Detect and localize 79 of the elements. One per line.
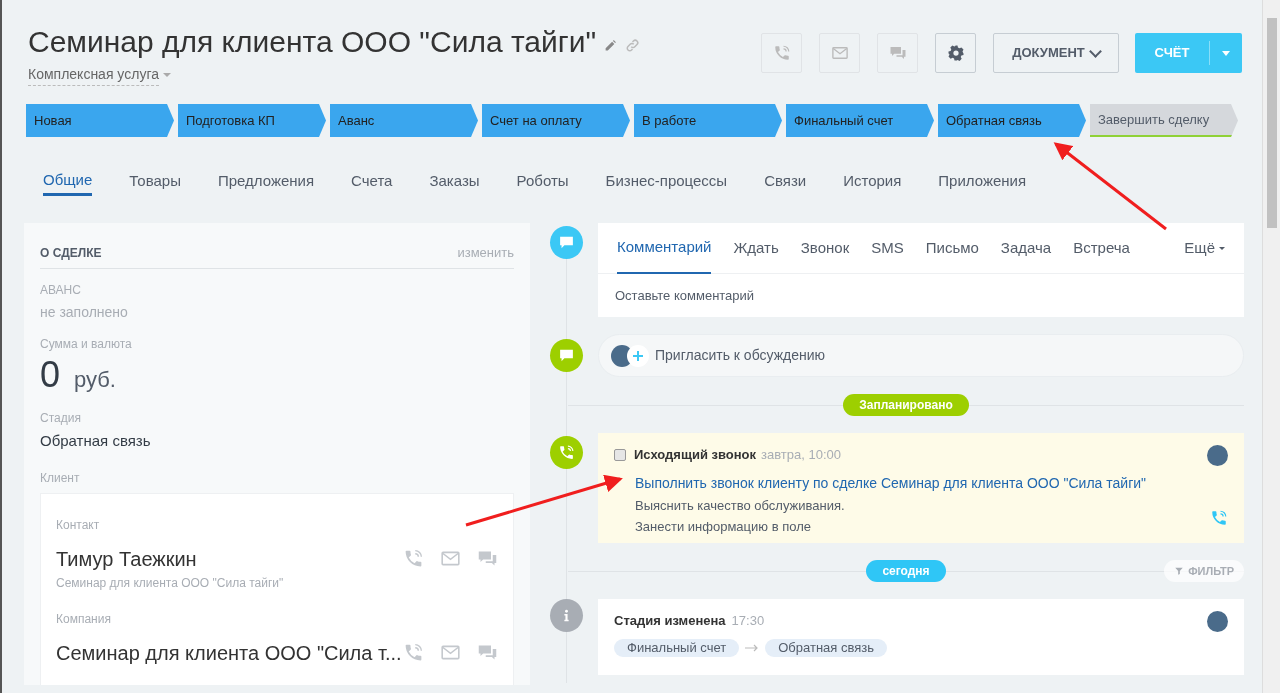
caret-icon (1219, 246, 1225, 250)
invite-label: Пригласить к обсуждению (655, 346, 826, 365)
avatar (1207, 611, 1228, 632)
scrollbar[interactable] (1262, 0, 1280, 693)
stage-step[interactable]: Новая (26, 104, 174, 137)
stage-step[interactable]: Обратная связь (938, 104, 1086, 137)
activity-link[interactable]: Выполнить звонок клиенту по сделке Семинар для клиента ООО "Сила тайги" (635, 472, 1228, 494)
field-label: АВАНС (40, 282, 82, 299)
pencil-icon[interactable] (604, 38, 618, 52)
composer-tab[interactable]: SMS (871, 222, 904, 274)
stage-step[interactable]: Счет на оплату (482, 104, 630, 137)
tab[interactable]: Товары (129, 167, 181, 196)
activity-time: завтра, 10:00 (761, 446, 841, 464)
field-value: не заполнено (40, 303, 129, 322)
stage-chip: Финальный счет (614, 638, 740, 657)
currency-label: руб. (74, 366, 116, 394)
deal-type-selector[interactable]: Комплексная услуга (28, 64, 159, 86)
caret-icon (1222, 50, 1230, 56)
tab[interactable]: Счета (351, 167, 393, 196)
settings-button[interactable] (935, 33, 976, 73)
activity-description: Выяснить качество обслуживания. (635, 496, 845, 515)
composer-tab[interactable]: Задача (1000, 222, 1052, 274)
entry-name[interactable]: Тимур Таежкин (56, 543, 197, 574)
section-badge: сегодня (866, 560, 946, 582)
activity-title: Исходящий звонок (634, 446, 756, 464)
stage-step[interactable]: Завершить сделку (1090, 104, 1238, 137)
tab[interactable]: Предложения (217, 167, 315, 196)
checkbox[interactable] (614, 448, 626, 461)
composer-tab[interactable]: Письмо (925, 222, 979, 274)
page-title: Семинар для клиента ООО "Сила тайги" (28, 24, 597, 60)
mail-icon (830, 44, 849, 62)
stage-chip: Обратная связь (765, 638, 887, 657)
filter-icon (1174, 566, 1185, 576)
entry-label: Компания (56, 610, 112, 628)
tab[interactable]: Общие (43, 167, 93, 196)
phone-icon[interactable] (403, 548, 424, 569)
more-menu[interactable]: Ещё (1184, 236, 1225, 260)
history-title: Стадия изменена (614, 612, 726, 630)
composer-tab[interactable]: Встреча (1073, 222, 1130, 274)
invite-bar[interactable]: Пригласить к обсуждению (598, 334, 1244, 377)
email-button[interactable] (819, 33, 860, 73)
activity-description: Занести информацию в поле (635, 518, 811, 536)
entry-name[interactable]: Семинар для клиента ООО "Сила т... (56, 637, 402, 668)
phone-button[interactable] (761, 33, 802, 73)
stage-step[interactable]: Финальный счет (786, 104, 934, 137)
field-label: Стадия (40, 410, 82, 427)
stage-step[interactable]: Подготовка КП (178, 104, 326, 137)
entry-label: Контакт (56, 516, 101, 534)
stage-step[interactable]: В работе (634, 104, 782, 137)
avatar (1207, 445, 1228, 466)
card-title: О СДЕЛКЕ (40, 244, 102, 262)
tab[interactable]: Связи (764, 167, 807, 196)
plus-icon (627, 344, 649, 367)
entry-description: Семинар для клиента ООО "Сила тайги" (56, 574, 285, 592)
settings-icon (946, 44, 965, 62)
phone-icon[interactable] (403, 642, 424, 663)
composer-tab[interactable]: Звонок (800, 222, 850, 274)
tab[interactable]: Роботы (516, 167, 569, 196)
phone-icon[interactable] (1210, 509, 1228, 527)
tab[interactable]: История (843, 167, 902, 196)
field-label: Сумма и валюта (40, 336, 133, 353)
field-label: Клиент (40, 469, 81, 487)
composer-tab[interactable]: Ждать (733, 222, 779, 274)
comment-input[interactable]: Оставьте комментарий (598, 274, 1244, 317)
stage-step[interactable]: Аванс (330, 104, 478, 137)
document-button[interactable]: ДОКУМЕНТ (993, 33, 1119, 73)
chat-button[interactable] (877, 33, 918, 73)
tab[interactable]: Бизнес-процессы (605, 167, 728, 196)
amount-value: 0 (40, 353, 61, 397)
tab[interactable]: Заказы (429, 167, 480, 196)
phone-icon (772, 44, 791, 62)
link-icon[interactable] (625, 37, 641, 53)
phone-icon (558, 444, 575, 461)
tab[interactable]: Приложения (938, 167, 1027, 196)
field-value: Обратная связь (40, 431, 152, 451)
history-time: 17:30 (731, 612, 765, 630)
arrow-icon (745, 643, 760, 652)
caret-icon (163, 73, 171, 77)
section-badge: Запланировано (843, 394, 969, 416)
